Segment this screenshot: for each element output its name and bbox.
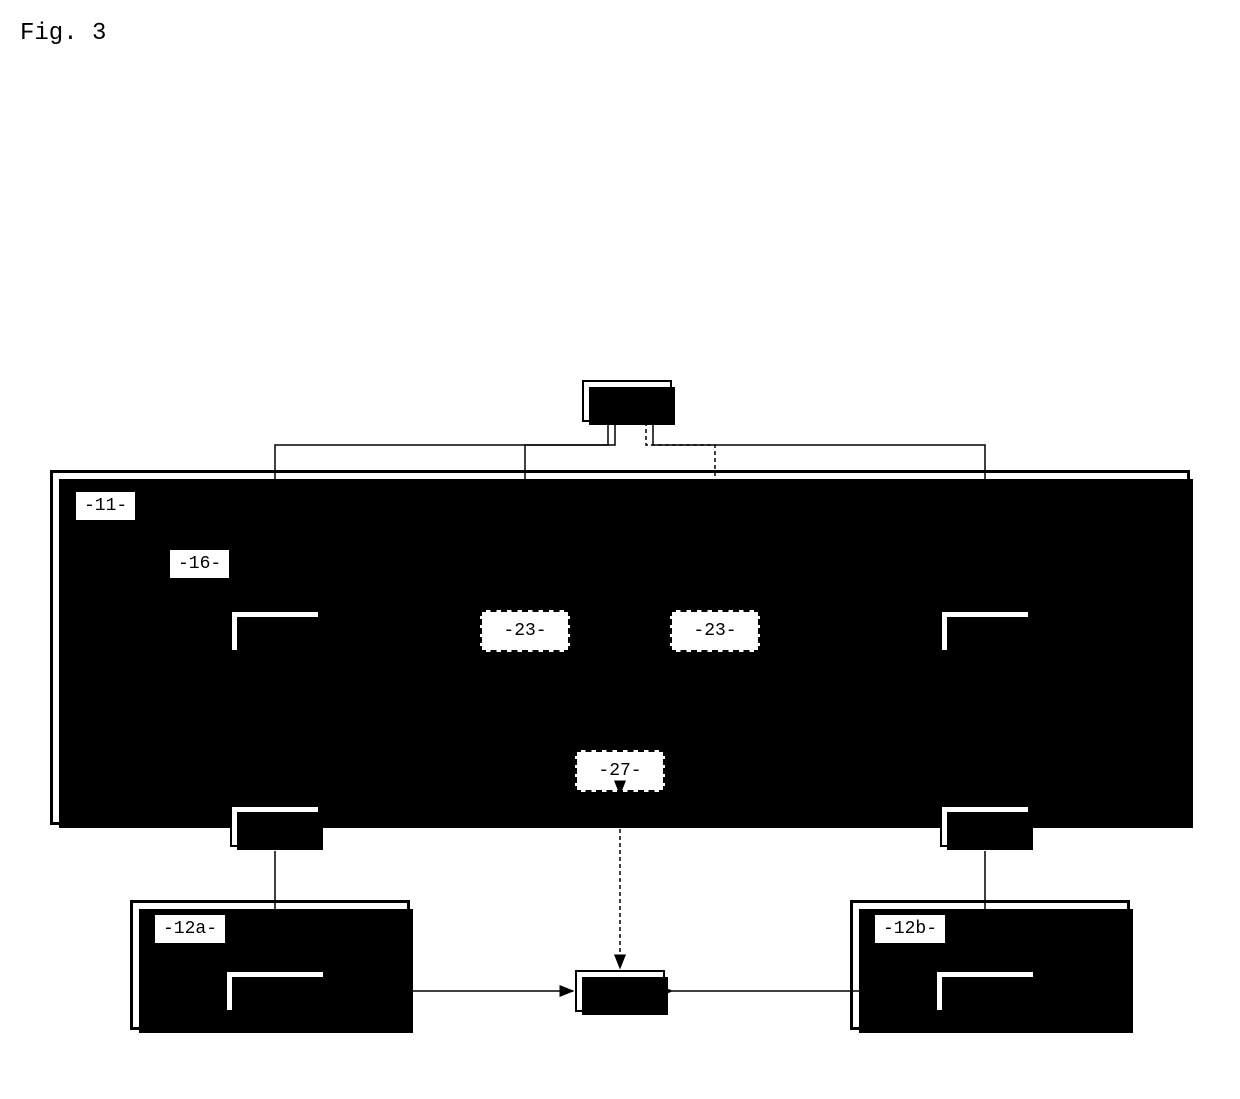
box-26b: -26b- xyxy=(935,970,1035,1012)
box-26a: -26a- xyxy=(225,970,325,1012)
box-24-right: -24- xyxy=(940,805,1030,847)
box-20: -20- xyxy=(582,380,672,422)
box-24-left: -24- xyxy=(230,805,320,847)
box-27: -27- xyxy=(575,750,665,792)
label-11: -11- xyxy=(76,492,135,520)
box-26: -26- xyxy=(575,970,665,1012)
label-12a: -12a- xyxy=(155,915,225,943)
block-diagram: -20- -11- -16- -21- -23- ... -23- -22- -… xyxy=(0,0,1240,1099)
box-23-left: -23- xyxy=(480,610,570,652)
label-12b: -12b- xyxy=(875,915,945,943)
box-23-right: -23- xyxy=(670,610,760,652)
ellipsis: ... xyxy=(605,618,641,641)
box-21: -21- xyxy=(230,610,320,652)
box-22: -22- xyxy=(940,610,1030,652)
label-16: -16- xyxy=(170,550,229,578)
